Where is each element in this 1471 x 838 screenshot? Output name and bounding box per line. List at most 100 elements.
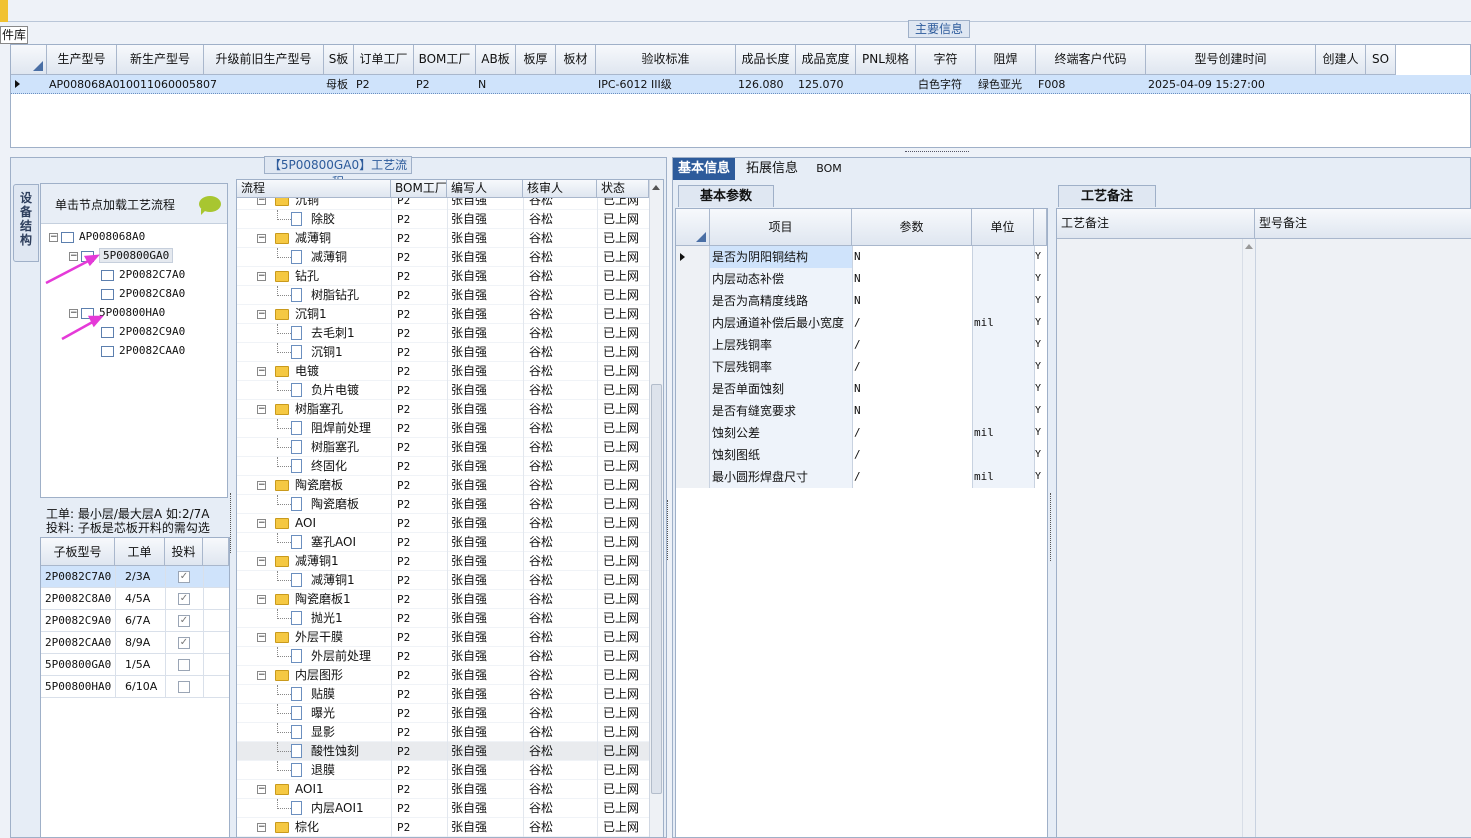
flow-row[interactable]: − 陶瓷磨板1 P2 张自强 谷松 已上网 bbox=[237, 590, 649, 609]
sub-col-header[interactable]: 投料 bbox=[165, 538, 203, 566]
scrollbar-thumb[interactable] bbox=[651, 384, 662, 794]
basic-params-tab[interactable]: 基本参数 bbox=[678, 185, 774, 207]
sub-table-row[interactable]: 2P0082C7A0 2/3A ✓ bbox=[41, 566, 229, 588]
param-row[interactable]: 最小圆形焊盘尺寸 / mil Y bbox=[676, 466, 1047, 488]
param-row[interactable]: 是否为阴阳铜结构 N Y bbox=[676, 246, 1047, 268]
collapse-icon[interactable]: − bbox=[257, 272, 266, 281]
flow-row[interactable]: 除胶 P2 张自强 谷松 已上网 bbox=[237, 210, 649, 229]
feed-checkbox[interactable]: ✓ bbox=[178, 615, 190, 627]
feed-checkbox[interactable]: ✓ bbox=[178, 571, 190, 583]
collapse-icon[interactable]: − bbox=[257, 823, 266, 832]
flow-row[interactable]: − 树脂塞孔 P2 张自强 谷松 已上网 bbox=[237, 400, 649, 419]
remarks-scrollbar[interactable] bbox=[1242, 239, 1255, 837]
flow-row[interactable]: − 棕化 P2 张自强 谷松 已上网 bbox=[237, 818, 649, 837]
flow-row[interactable]: − 沉铜1 P2 张自强 谷松 已上网 bbox=[237, 305, 649, 324]
flow-row[interactable]: 退膜 P2 张自强 谷松 已上网 bbox=[237, 761, 649, 780]
flow-row[interactable]: 酸性蚀刻 P2 张自强 谷松 已上网 bbox=[237, 742, 649, 761]
collapse-icon[interactable]: − bbox=[257, 234, 266, 243]
vertical-scrollbar[interactable] bbox=[649, 180, 663, 837]
flow-row[interactable]: 显影 P2 张自强 谷松 已上网 bbox=[237, 723, 649, 742]
flow-row[interactable]: 去毛刺1 P2 张自强 谷松 已上网 bbox=[237, 324, 649, 343]
flow-col-header[interactable]: 编写人 bbox=[447, 180, 523, 198]
flow-row[interactable]: 树脂塞孔 P2 张自强 谷松 已上网 bbox=[237, 438, 649, 457]
left-splitter[interactable] bbox=[230, 493, 234, 553]
remarks-model-area[interactable] bbox=[1255, 239, 1471, 837]
collapse-icon[interactable]: − bbox=[257, 405, 266, 414]
param-value-cell[interactable] bbox=[852, 290, 972, 312]
param-row[interactable]: 上层残铜率 / Y bbox=[676, 334, 1047, 356]
flow-row[interactable]: 抛光1 P2 张自强 谷松 已上网 bbox=[237, 609, 649, 628]
flow-row[interactable]: − 钻孔 P2 张自强 谷松 已上网 bbox=[237, 267, 649, 286]
param-row[interactable]: 下层残铜率 / Y bbox=[676, 356, 1047, 378]
flow-row[interactable]: 减薄铜1 P2 张自强 谷松 已上网 bbox=[237, 571, 649, 590]
right-splitter[interactable] bbox=[1050, 493, 1054, 561]
param-value-cell[interactable] bbox=[852, 268, 972, 290]
param-row[interactable]: 是否单面蚀刻 N Y bbox=[676, 378, 1047, 400]
collapse-icon[interactable]: − bbox=[257, 557, 266, 566]
flow-row[interactable]: 外层前处理 P2 张自强 谷松 已上网 bbox=[237, 647, 649, 666]
right-tab[interactable]: 基本信息 bbox=[673, 158, 735, 180]
sub-col-header[interactable]: 工单 bbox=[115, 538, 165, 566]
param-value-cell[interactable] bbox=[852, 422, 972, 444]
flow-row[interactable]: 沉铜1 P2 张自强 谷松 已上网 bbox=[237, 343, 649, 362]
flow-col-header[interactable]: 状态 bbox=[597, 180, 649, 198]
flow-row[interactable]: 陶瓷磨板 P2 张自强 谷松 已上网 bbox=[237, 495, 649, 514]
right-tab[interactable]: BOM bbox=[809, 158, 849, 180]
flow-row[interactable]: 塞孔AOI P2 张自强 谷松 已上网 bbox=[237, 533, 649, 552]
sub-col-header[interactable]: 子板型号 bbox=[41, 538, 115, 566]
remarks-tab[interactable]: 工艺备注 bbox=[1058, 185, 1156, 207]
flow-row[interactable]: − 外层干膜 P2 张自强 谷松 已上网 bbox=[237, 628, 649, 647]
flow-col-header[interactable]: BOM工厂 bbox=[391, 180, 447, 198]
param-row[interactable]: 蚀刻图纸 / Y bbox=[676, 444, 1047, 466]
param-col-header[interactable]: 参数 bbox=[852, 209, 972, 246]
sub-table-row[interactable]: 5P00800GA0 1/5A bbox=[41, 654, 229, 676]
collapse-icon[interactable]: − bbox=[257, 519, 266, 528]
sub-table-row[interactable]: 2P0082C8A0 4/5A ✓ bbox=[41, 588, 229, 610]
param-value-cell[interactable] bbox=[852, 466, 972, 488]
collapse-icon[interactable]: − bbox=[257, 595, 266, 604]
feed-checkbox[interactable]: ✓ bbox=[178, 593, 190, 605]
feed-checkbox[interactable] bbox=[178, 659, 190, 671]
collapse-icon[interactable]: − bbox=[257, 367, 266, 376]
flow-row[interactable]: 负片电镀 P2 张自强 谷松 已上网 bbox=[237, 381, 649, 400]
flow-row[interactable]: 阻焊前处理 P2 张自强 谷松 已上网 bbox=[237, 419, 649, 438]
sub-table-row[interactable]: 2P0082CAA0 8/9A ✓ bbox=[41, 632, 229, 654]
collapse-icon[interactable]: − bbox=[257, 198, 266, 205]
param-value-cell[interactable] bbox=[852, 312, 972, 334]
param-value-cell[interactable] bbox=[852, 400, 972, 422]
flow-col-header[interactable]: 核审人 bbox=[523, 180, 597, 198]
flow-row[interactable]: 终固化 P2 张自强 谷松 已上网 bbox=[237, 457, 649, 476]
remarks-process-area[interactable] bbox=[1057, 239, 1255, 837]
param-row[interactable]: 内层动态补偿 N Y bbox=[676, 268, 1047, 290]
flow-col-header[interactable]: 流程 bbox=[237, 180, 391, 198]
param-value-cell[interactable] bbox=[852, 444, 972, 466]
param-col-header[interactable]: 单位 bbox=[972, 209, 1034, 246]
flow-row[interactable]: 曝光 P2 张自强 谷松 已上网 bbox=[237, 704, 649, 723]
flow-row[interactable]: − 内层图形 P2 张自强 谷松 已上网 bbox=[237, 666, 649, 685]
sub-table-row[interactable]: 5P00800HA0 6/10A bbox=[41, 676, 229, 698]
flow-row[interactable]: 减薄铜 P2 张自强 谷松 已上网 bbox=[237, 248, 649, 267]
collapse-icon[interactable]: − bbox=[257, 310, 266, 319]
flow-row[interactable]: 树脂钻孔 P2 张自强 谷松 已上网 bbox=[237, 286, 649, 305]
flow-row[interactable]: − 电镀 P2 张自强 谷松 已上网 bbox=[237, 362, 649, 381]
collapse-icon[interactable]: − bbox=[257, 481, 266, 490]
collapse-icon[interactable]: − bbox=[257, 671, 266, 680]
sub-table-row[interactable]: 2P0082C9A0 6/7A ✓ bbox=[41, 610, 229, 632]
collapse-icon[interactable]: − bbox=[257, 633, 266, 642]
feed-checkbox[interactable] bbox=[178, 681, 190, 693]
flow-row[interactable]: 贴膜 P2 张自强 谷松 已上网 bbox=[237, 685, 649, 704]
param-col-header[interactable]: 项目 bbox=[710, 209, 852, 246]
param-row[interactable]: 是否为高精度线路 N Y bbox=[676, 290, 1047, 312]
flow-row[interactable]: − 减薄铜 P2 张自强 谷松 已上网 bbox=[237, 229, 649, 248]
param-row[interactable]: 内层通道补偿后最小宽度 / mil Y bbox=[676, 312, 1047, 334]
collapse-icon[interactable]: − bbox=[257, 785, 266, 794]
flow-row[interactable]: 内层AOI1 P2 张自强 谷松 已上网 bbox=[237, 799, 649, 818]
param-value-cell[interactable] bbox=[852, 356, 972, 378]
flow-row[interactable]: − 减薄铜1 P2 张自强 谷松 已上网 bbox=[237, 552, 649, 571]
param-row[interactable]: 蚀刻公差 / mil Y bbox=[676, 422, 1047, 444]
flow-row[interactable]: − AOI1 P2 张自强 谷松 已上网 bbox=[237, 780, 649, 799]
flow-row[interactable]: − 沉铜 P2 张自强 谷松 已上网 bbox=[237, 198, 649, 210]
right-tab[interactable]: 拓展信息 bbox=[739, 158, 805, 180]
param-row[interactable]: 是否有缝宽要求 N Y bbox=[676, 400, 1047, 422]
flow-row[interactable]: − AOI P2 张自强 谷松 已上网 bbox=[237, 514, 649, 533]
